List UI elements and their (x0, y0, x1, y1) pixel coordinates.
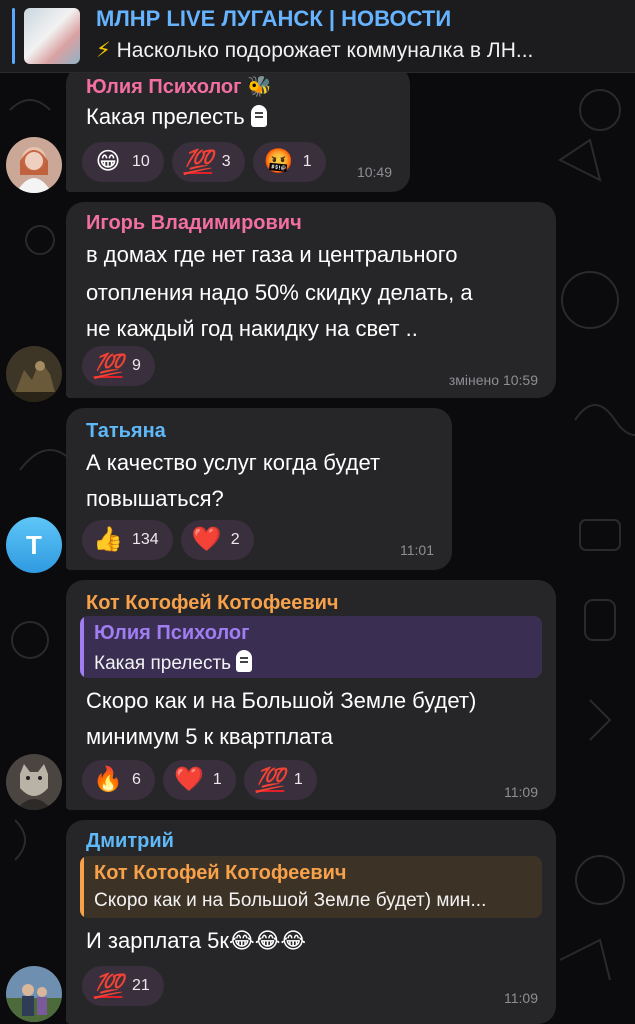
message-time: 11:01 (400, 542, 434, 558)
lightning-icon: ⚡ (96, 39, 111, 62)
angry-face-icon: 🤬 (263, 148, 294, 175)
thumbs-up-icon: 👍 (93, 526, 123, 553)
avatar-kot[interactable] (6, 754, 62, 810)
message-bubble[interactable]: Дмитрий Кот Котофей Котофеевич Скоро как… (66, 820, 556, 1024)
ghost-sticker-icon (236, 650, 253, 672)
message-author[interactable]: Дмитрий (86, 830, 174, 853)
message-text-line: не каждый год накидку на свет .. (86, 316, 418, 341)
avatar-tatyana[interactable]: Т (6, 517, 62, 573)
quote-author: Юлия Психолог (94, 622, 250, 644)
reply-quote[interactable]: Юлия Психолог Какая прелесть (80, 616, 542, 678)
message-author[interactable]: Игорь Владимирович (86, 212, 302, 235)
reaction-count: 21 (132, 977, 150, 994)
reaction-count: 3 (221, 153, 231, 170)
reply-quote[interactable]: Кот Котофей Котофеевич Скоро как и на Бо… (80, 856, 542, 918)
message-author[interactable]: Юлия Психолог 🐝 (86, 74, 272, 99)
reaction-count: 134 (132, 531, 159, 548)
avatar-dmitriy[interactable] (6, 966, 62, 1022)
message-text: И зарплата 5к😂😂😂 (86, 928, 307, 953)
reaction-count: 2 (230, 531, 240, 548)
pinned-thumbnail (24, 8, 80, 64)
avatar-yulia[interactable] (6, 137, 62, 193)
reaction-count: 1 (293, 771, 303, 788)
reaction-count: 1 (302, 153, 312, 170)
quote-text: Скоро как и на Большой Земле будет) мин.… (94, 890, 487, 911)
message-bubble[interactable]: Юлия Психолог 🐝 Какая прелесть 😁 10 💯 3 🤬 1… (66, 66, 410, 192)
grin-icon: 😁 (95, 148, 121, 175)
heart-icon: ❤️ (173, 766, 204, 793)
reaction-count: 6 (132, 771, 141, 788)
reaction-grin[interactable]: 😁 10 (82, 142, 164, 182)
ghost-sticker-icon (250, 105, 267, 127)
reaction-heart[interactable]: ❤️ 2 (180, 520, 254, 560)
hundred-icon: 💯 (93, 972, 124, 1000)
hundred-icon: 💯 (93, 352, 124, 380)
reaction-hundred[interactable]: 💯 21 (82, 966, 164, 1006)
message-author[interactable]: Татьяна (86, 420, 166, 443)
reaction-heart[interactable]: ❤️ 1 (162, 760, 236, 800)
message-text-line: А качество услуг когда будет (86, 450, 381, 475)
message-text-line: Скоро как и на Большой Земле будет) (86, 688, 477, 713)
reaction-thumbs-up[interactable]: 👍 134 (82, 520, 173, 560)
message-text-line: минимум 5 к квартплата (86, 724, 333, 749)
avatar-igor[interactable] (6, 346, 62, 402)
message-author[interactable]: Кот Котофей Котофеевич (86, 592, 339, 615)
message-text-line: повышаться? (86, 486, 224, 511)
message-bubble[interactable]: Игорь Владимирович в домах где нет газа … (66, 202, 556, 398)
reaction-angry[interactable]: 🤬 1 (252, 142, 326, 182)
reaction-count: 10 (132, 153, 150, 170)
reaction-hundred[interactable]: 💯 9 (82, 346, 155, 386)
message-time: 11:09 (504, 990, 538, 1006)
pinned-message-bar[interactable]: МЛНР LIVE ЛУГАНСК | НОВОСТИ ⚡ Насколько … (0, 0, 635, 73)
reaction-fire[interactable]: 🔥 6 (82, 760, 155, 800)
reaction-count: 1 (212, 771, 222, 788)
message-text-line: отопления надо 50% скидку делать, а (86, 280, 473, 305)
heart-icon: ❤️ (191, 526, 222, 553)
fire-icon: 🔥 (93, 766, 123, 793)
reaction-count: 9 (132, 357, 141, 374)
pinned-indicator (12, 8, 15, 64)
quote-author: Кот Котофей Котофеевич (94, 862, 347, 884)
message-text: Какая прелесть (86, 98, 267, 136)
pinned-preview-text: Насколько подорожает коммуналка в ЛН... (116, 39, 534, 62)
hundred-icon: 💯 (255, 766, 285, 794)
bee-icon: 🐝 (247, 76, 272, 98)
reaction-hundred[interactable]: 💯 3 (171, 142, 245, 182)
message-time: 10:49 (356, 164, 392, 180)
reaction-hundred[interactable]: 💯 1 (243, 760, 317, 800)
message-bubble[interactable]: Татьяна А качество услуг когда будет пов… (66, 408, 452, 570)
message-time: змінено 10:59 (448, 372, 538, 388)
message-time: 11:09 (504, 784, 538, 800)
quote-text: Какая прелесть (94, 650, 253, 675)
channel-title: МЛНР LIVE ЛУГАНСК | НОВОСТИ (96, 6, 452, 31)
message-text-line: в домах где нет газа и центрального (86, 242, 458, 267)
hundred-icon: 💯 (183, 148, 213, 176)
message-bubble[interactable]: Кот Котофей Котофеевич Юлия Психолог Как… (66, 580, 556, 810)
pinned-preview: ⚡ Насколько подорожает коммуналка в ЛН..… (96, 38, 621, 63)
